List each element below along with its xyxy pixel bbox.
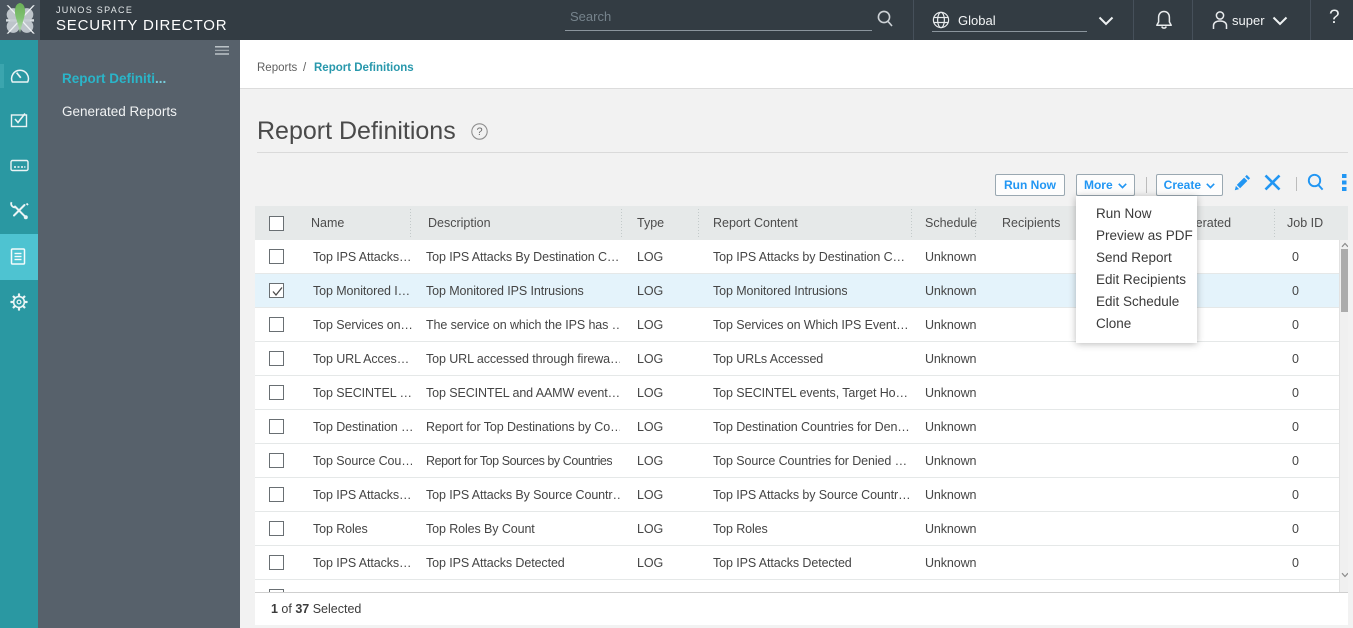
svg-text:?: ? [476, 126, 482, 138]
